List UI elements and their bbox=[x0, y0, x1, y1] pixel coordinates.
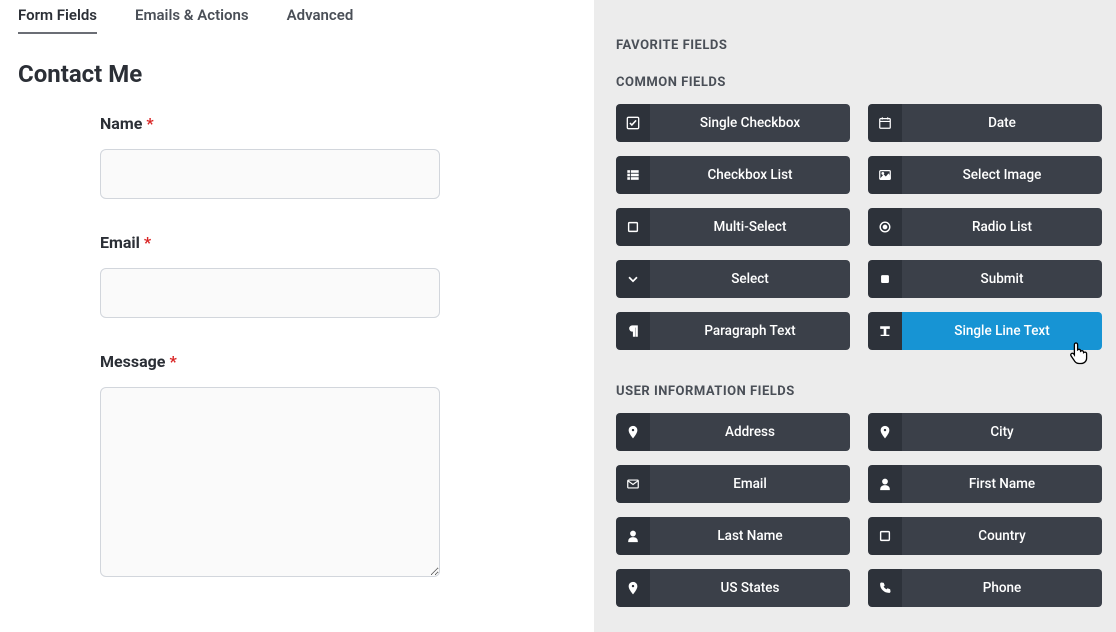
tab-emails-actions[interactable]: Emails & Actions bbox=[135, 4, 249, 34]
field-button-paragraph-text[interactable]: Paragraph Text bbox=[616, 312, 850, 350]
label-text: Name bbox=[100, 114, 142, 133]
field-button-us-states[interactable]: US States bbox=[616, 569, 850, 607]
name-input[interactable] bbox=[100, 149, 440, 199]
form-editor-pane: Form Fields Emails & Actions Advanced Co… bbox=[0, 0, 594, 632]
button-label: Email bbox=[650, 465, 850, 503]
button-label: Multi-Select bbox=[650, 208, 850, 246]
form-title[interactable]: Contact Me bbox=[18, 60, 578, 88]
favorite-fields-heading: FAVORITE FIELDS bbox=[616, 38, 1102, 53]
button-label: Radio List bbox=[902, 208, 1102, 246]
required-asterisk: * bbox=[144, 233, 151, 252]
square-filled-icon bbox=[868, 260, 902, 298]
button-label: Paragraph Text bbox=[650, 312, 850, 350]
editor-tabs: Form Fields Emails & Actions Advanced bbox=[18, 0, 578, 40]
field-message-label: Message * bbox=[100, 352, 578, 371]
field-button-multi-select[interactable]: Multi-Select bbox=[616, 208, 850, 246]
field-button-email[interactable]: Email bbox=[616, 465, 850, 503]
common-fields-grid: Single Checkbox Date Checkbox List Selec… bbox=[616, 104, 1102, 350]
square-icon bbox=[616, 208, 650, 246]
field-button-phone[interactable]: Phone bbox=[868, 569, 1102, 607]
required-asterisk: * bbox=[146, 114, 153, 133]
field-button-select-image[interactable]: Select Image bbox=[868, 156, 1102, 194]
field-button-city[interactable]: City bbox=[868, 413, 1102, 451]
field-button-radio-list[interactable]: Radio List bbox=[868, 208, 1102, 246]
button-label: Submit bbox=[902, 260, 1102, 298]
field-name[interactable]: Name * bbox=[100, 114, 578, 199]
field-button-single-line-text[interactable]: Single Line Text bbox=[868, 312, 1102, 350]
message-textarea[interactable] bbox=[100, 387, 440, 577]
list-icon bbox=[616, 156, 650, 194]
user-icon bbox=[868, 465, 902, 503]
field-message[interactable]: Message * bbox=[100, 352, 578, 581]
required-asterisk: * bbox=[169, 352, 176, 371]
label-text: Email bbox=[100, 233, 140, 252]
email-input[interactable] bbox=[100, 268, 440, 318]
button-label: Date bbox=[902, 104, 1102, 142]
square-icon bbox=[868, 517, 902, 555]
chevron-down-icon bbox=[616, 260, 650, 298]
field-button-date[interactable]: Date bbox=[868, 104, 1102, 142]
map-pin-icon bbox=[868, 413, 902, 451]
radio-icon bbox=[868, 208, 902, 246]
image-icon bbox=[868, 156, 902, 194]
label-text: Message bbox=[100, 352, 165, 371]
fields-panel: FAVORITE FIELDS COMMON FIELDS Single Che… bbox=[594, 0, 1116, 632]
tab-form-fields[interactable]: Form Fields bbox=[18, 4, 97, 34]
field-button-select[interactable]: Select bbox=[616, 260, 850, 298]
map-pin-icon bbox=[616, 413, 650, 451]
button-label: Country bbox=[902, 517, 1102, 555]
calendar-icon bbox=[868, 104, 902, 142]
button-label: First Name bbox=[902, 465, 1102, 503]
field-button-checkbox-list[interactable]: Checkbox List bbox=[616, 156, 850, 194]
button-label: City bbox=[902, 413, 1102, 451]
field-email-label: Email * bbox=[100, 233, 578, 252]
text-icon bbox=[868, 312, 902, 350]
map-pin-icon bbox=[616, 569, 650, 607]
button-label: Last Name bbox=[650, 517, 850, 555]
paragraph-icon bbox=[616, 312, 650, 350]
field-name-label: Name * bbox=[100, 114, 578, 133]
field-button-submit[interactable]: Submit bbox=[868, 260, 1102, 298]
button-label: Address bbox=[650, 413, 850, 451]
common-fields-heading: COMMON FIELDS bbox=[616, 75, 1102, 90]
button-label: US States bbox=[650, 569, 850, 607]
user-info-fields-heading: USER INFORMATION FIELDS bbox=[616, 384, 1102, 399]
field-button-address[interactable]: Address bbox=[616, 413, 850, 451]
button-label: Checkbox List bbox=[650, 156, 850, 194]
checkbox-checked-icon bbox=[616, 104, 650, 142]
phone-icon bbox=[868, 569, 902, 607]
button-label: Single Line Text bbox=[902, 312, 1102, 350]
button-label: Select Image bbox=[902, 156, 1102, 194]
button-label: Select bbox=[650, 260, 850, 298]
field-button-first-name[interactable]: First Name bbox=[868, 465, 1102, 503]
button-label: Phone bbox=[902, 569, 1102, 607]
tab-advanced[interactable]: Advanced bbox=[287, 4, 354, 34]
field-button-country[interactable]: Country bbox=[868, 517, 1102, 555]
field-button-last-name[interactable]: Last Name bbox=[616, 517, 850, 555]
user-icon bbox=[616, 517, 650, 555]
button-label: Single Checkbox bbox=[650, 104, 850, 142]
envelope-icon bbox=[616, 465, 650, 503]
field-email[interactable]: Email * bbox=[100, 233, 578, 318]
form-preview: Name * Email * Message * bbox=[18, 114, 578, 581]
field-button-single-checkbox[interactable]: Single Checkbox bbox=[616, 104, 850, 142]
user-info-fields-grid: Address City Email First Name Last Name bbox=[616, 413, 1102, 607]
